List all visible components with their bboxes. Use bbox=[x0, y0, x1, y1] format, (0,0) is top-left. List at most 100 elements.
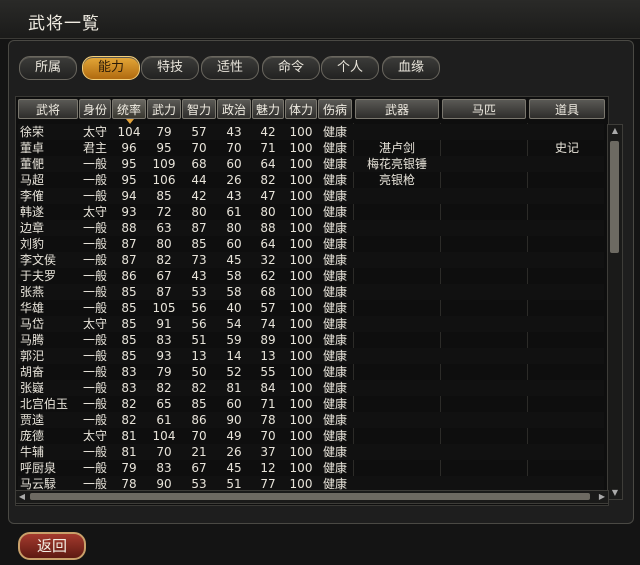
table-cell: 于夫罗 bbox=[20, 269, 57, 283]
table-row[interactable]: 马超 一般 95 106 44 26 82 100 健康 亮银枪 bbox=[18, 172, 604, 188]
table-row[interactable]: 牛辅 一般 81 70 21 26 37 100 健康 bbox=[18, 444, 604, 460]
table-row[interactable]: 郭汜 一般 85 93 13 14 13 100 健康 bbox=[18, 348, 604, 364]
table-cell bbox=[529, 396, 605, 412]
column-header-5[interactable]: 政治 bbox=[217, 99, 251, 119]
vertical-scrollbar[interactable]: ▲ ▼ bbox=[607, 124, 623, 500]
table-cell bbox=[355, 252, 439, 268]
table-cell: 86 bbox=[191, 413, 207, 427]
table-row[interactable]: 呼厨泉 一般 79 83 67 45 12 100 健康 bbox=[18, 460, 604, 476]
table-cell: 57 bbox=[191, 125, 207, 139]
table-row[interactable]: 马岱 太守 85 91 56 54 74 100 健康 bbox=[18, 316, 604, 332]
table-row[interactable]: 张燕 一般 85 87 53 58 68 100 健康 bbox=[18, 284, 604, 300]
table-cell: 78 bbox=[260, 413, 276, 427]
hscroll-thumb[interactable] bbox=[30, 493, 590, 500]
table-cell: 83 bbox=[156, 333, 172, 347]
table-cell: 105 bbox=[152, 301, 176, 315]
table-cell bbox=[355, 428, 439, 444]
table-row[interactable]: 贾逵 一般 82 61 86 90 78 100 健康 bbox=[18, 412, 604, 428]
scroll-left-icon[interactable]: ◀ bbox=[16, 491, 28, 503]
scroll-thumb[interactable] bbox=[610, 141, 619, 253]
table-cell: 一般 bbox=[82, 461, 107, 475]
table-cell: 83 bbox=[156, 461, 172, 475]
table-cell: 14 bbox=[226, 349, 242, 363]
table-cell bbox=[355, 204, 439, 220]
table-cell: 70 bbox=[191, 141, 207, 155]
table-cell bbox=[355, 460, 439, 476]
table-row[interactable]: 庞德 太守 81 104 70 49 70 100 健康 bbox=[18, 428, 604, 444]
table-row[interactable]: 华雄 一般 85 105 56 40 57 100 健康 bbox=[18, 300, 604, 316]
scroll-down-icon[interactable]: ▼ bbox=[608, 487, 622, 499]
table-cell bbox=[442, 428, 526, 444]
table-cell: 68 bbox=[260, 285, 276, 299]
table-cell: 63 bbox=[156, 221, 172, 235]
tab-2[interactable]: 特技 bbox=[141, 56, 199, 80]
table-row[interactable]: 于夫罗 一般 86 67 43 58 62 100 健康 bbox=[18, 268, 604, 284]
table-cell: 104 bbox=[117, 125, 141, 139]
table-cell: 100 bbox=[289, 285, 313, 299]
tab-4[interactable]: 命令 bbox=[262, 56, 320, 80]
table-row[interactable]: 董俷 一般 95 109 68 60 64 100 健康 梅花亮银锤 bbox=[18, 156, 604, 172]
table-row[interactable]: 张嶷 一般 83 82 82 81 84 100 健康 bbox=[18, 380, 604, 396]
table-row[interactable]: 韩遂 太守 93 72 80 61 80 100 健康 bbox=[18, 204, 604, 220]
table-cell bbox=[529, 204, 605, 220]
table-cell: 健康 bbox=[322, 141, 347, 155]
column-header-4[interactable]: 智力 bbox=[182, 99, 216, 119]
horizontal-scrollbar[interactable]: ◀ ▶ bbox=[15, 490, 609, 504]
table-cell bbox=[442, 460, 526, 476]
table-row[interactable]: 北宫伯玉 一般 82 65 85 60 71 100 健康 bbox=[18, 396, 604, 412]
tab-0[interactable]: 所属 bbox=[19, 56, 77, 80]
table-row[interactable]: 马腾 一般 85 83 51 59 89 100 健康 bbox=[18, 332, 604, 348]
table-cell: 104 bbox=[152, 429, 176, 443]
tab-3[interactable]: 适性 bbox=[201, 56, 259, 80]
table-row[interactable]: 李文侯 一般 87 82 73 45 32 100 健康 bbox=[18, 252, 604, 268]
table-cell: 健康 bbox=[322, 125, 347, 139]
table-cell: 80 bbox=[226, 221, 242, 235]
table-cell: 一般 bbox=[82, 237, 107, 251]
column-header-0[interactable]: 武将 bbox=[18, 99, 78, 119]
scroll-right-icon[interactable]: ▶ bbox=[596, 491, 608, 503]
table-cell bbox=[442, 300, 526, 316]
tab-5[interactable]: 个人 bbox=[321, 56, 379, 80]
tab-6[interactable]: 血缘 bbox=[382, 56, 440, 80]
scroll-up-icon[interactable]: ▲ bbox=[608, 125, 622, 137]
table-row[interactable]: 李傕 一般 94 85 42 43 47 100 健康 bbox=[18, 188, 604, 204]
column-header-11[interactable]: 道具 bbox=[529, 99, 605, 119]
table-cell bbox=[442, 412, 526, 428]
table-row[interactable]: 董卓 君主 96 95 70 70 71 100 健康 湛卢剑 史记 bbox=[18, 140, 604, 156]
table-row[interactable]: 边章 一般 88 63 87 80 88 100 健康 bbox=[18, 220, 604, 236]
table-cell: 55 bbox=[260, 365, 276, 379]
table-cell: 61 bbox=[226, 205, 242, 219]
table-cell: 43 bbox=[226, 125, 242, 139]
table-cell: 100 bbox=[289, 205, 313, 219]
back-button[interactable]: 返回 bbox=[18, 532, 86, 560]
table-cell: 93 bbox=[121, 205, 137, 219]
table-cell: 健康 bbox=[322, 237, 347, 251]
table-cell: 健康 bbox=[322, 157, 347, 171]
table-cell bbox=[355, 124, 439, 140]
column-header-8[interactable]: 伤病 bbox=[318, 99, 352, 119]
table-cell: 一般 bbox=[82, 157, 107, 171]
table-cell: 82 bbox=[156, 253, 172, 267]
table-row[interactable]: 胡奋 一般 83 79 50 52 55 100 健康 bbox=[18, 364, 604, 380]
column-header-6[interactable]: 魅力 bbox=[252, 99, 284, 119]
table-cell: 82 bbox=[191, 381, 207, 395]
tab-1[interactable]: 能力 bbox=[82, 56, 140, 80]
table-cell bbox=[529, 364, 605, 380]
table-row[interactable]: 刘豹 一般 87 80 85 60 64 100 健康 bbox=[18, 236, 604, 252]
column-header-9[interactable]: 武器 bbox=[355, 99, 439, 119]
column-header-7[interactable]: 体力 bbox=[285, 99, 317, 119]
column-header-3[interactable]: 武力 bbox=[147, 99, 181, 119]
column-header-10[interactable]: 马匹 bbox=[442, 99, 526, 119]
table-cell: 健康 bbox=[322, 349, 347, 363]
table-row[interactable]: 徐荣 太守 104 79 57 43 42 100 健康 bbox=[18, 124, 604, 140]
table-cell: 健康 bbox=[322, 269, 347, 283]
column-header-2[interactable]: 统率 bbox=[112, 99, 146, 124]
table-cell bbox=[529, 172, 605, 188]
table-cell: 74 bbox=[260, 317, 276, 331]
column-header-1[interactable]: 身份 bbox=[79, 99, 111, 119]
table-cell bbox=[529, 444, 605, 460]
table-cell: 45 bbox=[226, 461, 242, 475]
table-cell: 64 bbox=[260, 237, 276, 251]
table-cell: 86 bbox=[121, 269, 137, 283]
table-cell: 一般 bbox=[82, 189, 107, 203]
